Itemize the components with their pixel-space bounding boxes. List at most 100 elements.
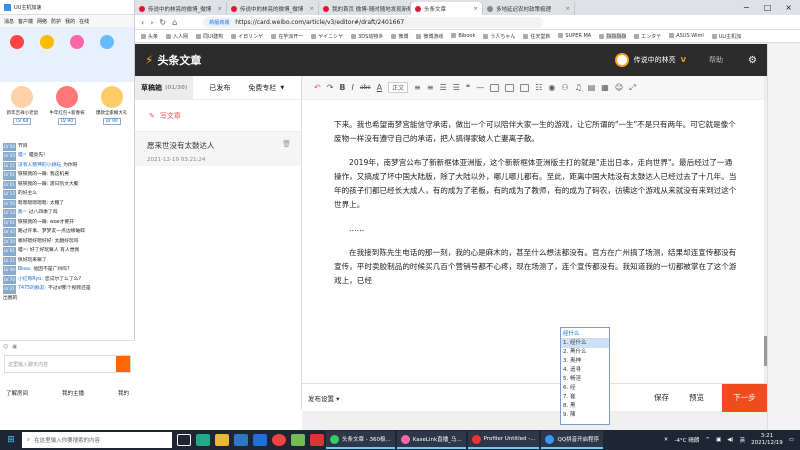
tab-published[interactable]: 已发布 bbox=[193, 76, 236, 100]
my-streamer-link[interactable]: 我的主播 bbox=[62, 389, 84, 397]
publish-settings-button[interactable]: 发布设置 ▾ bbox=[302, 393, 339, 403]
minimize-icon[interactable]: − bbox=[743, 3, 750, 12]
toolbar-item[interactable]: 在线 bbox=[79, 18, 89, 25]
chat-input[interactable]: 这里输入聊天内容 bbox=[4, 355, 131, 373]
bookmark-item[interactable]: 同UI建构 bbox=[196, 33, 223, 40]
back-icon[interactable]: ‹ bbox=[141, 18, 144, 27]
send-button[interactable] bbox=[116, 356, 130, 372]
unordered-list-icon[interactable]: ☰ bbox=[453, 83, 460, 92]
music-icon[interactable]: ♫ bbox=[575, 83, 582, 92]
strike-icon[interactable]: abc bbox=[360, 84, 371, 91]
gallery-icon[interactable] bbox=[505, 83, 515, 92]
gift-item[interactable]: 新年吉祥小老鼠 LV 64 bbox=[3, 86, 41, 142]
close-icon[interactable]: × bbox=[565, 6, 570, 12]
maximize-icon[interactable]: □ bbox=[764, 3, 772, 12]
close-icon[interactable]: × bbox=[309, 6, 314, 12]
ime-candidate[interactable]: 8. 黑 bbox=[561, 402, 609, 411]
toolbar-item[interactable]: 防护 bbox=[51, 18, 61, 25]
chat-username[interactable]: Bkaa: bbox=[18, 266, 31, 275]
next-step-button[interactable]: 下一步 bbox=[722, 383, 767, 412]
article-paragraph[interactable]: 2019年，南梦宫公布了新新框体亚洲版，这个新新框体亚洲版主打的就是"走出日本，… bbox=[334, 156, 737, 212]
bookmark-item[interactable]: う人ちゃん bbox=[483, 33, 515, 40]
ime-candidate[interactable]: 7. 崔 bbox=[561, 393, 609, 402]
streamer-avatar-icon[interactable] bbox=[10, 35, 24, 49]
ime-candidate[interactable]: 9. 陳 bbox=[561, 411, 609, 420]
gift-icon[interactable] bbox=[40, 35, 54, 49]
save-button[interactable]: 保存 bbox=[654, 392, 669, 403]
taskbar-app[interactable]: Profiler Untitled -... bbox=[467, 431, 540, 449]
close-icon[interactable]: × bbox=[473, 6, 478, 12]
quote-icon[interactable]: ❝ bbox=[466, 83, 470, 92]
toolbar-item[interactable]: 消息 bbox=[4, 18, 14, 25]
image-icon[interactable] bbox=[490, 83, 500, 92]
toolbar-item[interactable]: 我的 bbox=[65, 18, 75, 25]
vote-icon[interactable]: ☷ bbox=[535, 83, 542, 92]
card-icon[interactable]: ▤ bbox=[588, 83, 596, 92]
bookmark-item[interactable]: 在芋派开一 bbox=[271, 33, 303, 40]
bookmark-item[interactable]: ヤイニシヤ bbox=[311, 33, 343, 40]
chat-username[interactable]: 路~ bbox=[18, 209, 27, 218]
task-view-icon[interactable] bbox=[177, 434, 191, 446]
taskbar-app[interactable]: KaseLink直播_马... bbox=[396, 431, 466, 449]
preview-button[interactable]: 预览 bbox=[689, 392, 704, 403]
undo-icon[interactable]: ↶ bbox=[314, 83, 321, 92]
align-center-icon[interactable]: ≡ bbox=[427, 83, 434, 92]
bookmark-item[interactable]: Bibook bbox=[451, 33, 475, 39]
toolbar-item[interactable]: 客户端 bbox=[18, 18, 33, 25]
username[interactable]: 传说中的林亮 bbox=[634, 55, 676, 65]
chevron-up-icon[interactable]: ^ bbox=[705, 437, 710, 443]
gift-item[interactable]: 牛年红包+新春祝 LV 90 bbox=[48, 86, 86, 142]
weather-text[interactable]: -4°C 晴朗 bbox=[675, 436, 700, 444]
my-link[interactable]: 我的 bbox=[118, 389, 129, 397]
ordered-list-icon[interactable]: ☰ bbox=[440, 83, 447, 92]
bookmark-item[interactable]: 微博游戏 bbox=[416, 33, 443, 40]
chat-username[interactable]: 喵~ bbox=[18, 152, 27, 161]
divider-icon[interactable]: — bbox=[476, 83, 484, 92]
clock[interactable]: 3:21 2021/12/19 bbox=[751, 433, 783, 447]
toolbar-item[interactable]: 网络 bbox=[37, 18, 47, 25]
store-icon[interactable] bbox=[234, 434, 248, 446]
delete-icon[interactable]: 🗑 bbox=[282, 140, 291, 148]
browser-tab[interactable]: 传说中的林亮的微博_微博 × bbox=[135, 2, 227, 15]
redo-icon[interactable]: ↷ bbox=[327, 83, 334, 92]
ime-candidate[interactable]: 3. 奥神 bbox=[561, 357, 609, 366]
tab-free-column[interactable]: 免费专栏 ▼ bbox=[236, 76, 290, 100]
paragraph-select[interactable]: 正文 bbox=[388, 82, 409, 93]
weibo-icon[interactable]: ◉ bbox=[548, 83, 555, 92]
explorer-icon[interactable] bbox=[215, 434, 229, 446]
ime-candidate[interactable]: 6. 经 bbox=[561, 384, 609, 393]
new-article-button[interactable]: ✎ 写文章 bbox=[135, 100, 301, 132]
draft-item[interactable]: 愿来世没有太鼓达人 2021-12-19 03:21:24 🗑 bbox=[135, 132, 301, 166]
video-icon[interactable] bbox=[520, 83, 530, 92]
bookmark-item[interactable]: 微博 bbox=[391, 33, 408, 40]
taskbar-search[interactable]: ⌕ 在这里输入你要搜索的内容 bbox=[22, 432, 172, 448]
windows-start-icon[interactable]: ⊞ bbox=[0, 435, 22, 445]
input-language[interactable]: 英 bbox=[740, 436, 746, 444]
gift-item[interactable]: 爆款全家桶大礼 LV 90 bbox=[93, 86, 131, 142]
browser-tab-active[interactable]: 头条文章 × bbox=[411, 2, 483, 15]
font-color-icon[interactable]: A bbox=[377, 83, 382, 92]
chrome-icon[interactable] bbox=[272, 434, 286, 446]
app-logo[interactable]: ⚡ 头条文章 bbox=[135, 52, 201, 68]
bookmark-item[interactable]: 入人网 bbox=[166, 33, 188, 40]
taskbar-app[interactable]: QQ拼音开启程序 bbox=[541, 431, 604, 449]
ranking-icon[interactable] bbox=[100, 35, 114, 49]
bookmark-item[interactable]: 翻翻翻翻 bbox=[599, 33, 626, 40]
chat-username[interactable]: 小红莓Ryu: bbox=[18, 276, 43, 285]
article-paragraph[interactable]: …… bbox=[334, 222, 737, 236]
fullscreen-icon[interactable]: ⤢ bbox=[629, 83, 635, 93]
emoji-icon[interactable]: ☺ bbox=[3, 344, 8, 350]
help-link[interactable]: 帮助 bbox=[709, 55, 723, 65]
ime-candidate[interactable]: 4. 追寻 bbox=[561, 366, 609, 375]
article-paragraph[interactable]: 下来。我也希望南梦宫能信守承诺，做出一个可以陪伴大家一生的游戏，让它所谓的"一生… bbox=[334, 118, 737, 146]
browser-tab[interactable]: 传说中的林亮的微博_微博 × bbox=[227, 2, 319, 15]
about-room-link[interactable]: 了解房间 bbox=[6, 389, 28, 397]
edge-icon[interactable] bbox=[196, 434, 210, 446]
close-icon[interactable]: × bbox=[217, 6, 222, 12]
network-icon[interactable]: ▣ bbox=[716, 437, 721, 443]
taskbar-app[interactable]: 头条文章 - 360极... bbox=[326, 431, 395, 449]
bookmark-item[interactable]: 任天堂新 bbox=[523, 33, 550, 40]
bookmark-item[interactable]: 3DS动物乡 bbox=[351, 33, 383, 40]
forward-icon[interactable]: › bbox=[150, 18, 153, 27]
ime-candidate[interactable]: 2. 黑什么 bbox=[561, 348, 609, 357]
